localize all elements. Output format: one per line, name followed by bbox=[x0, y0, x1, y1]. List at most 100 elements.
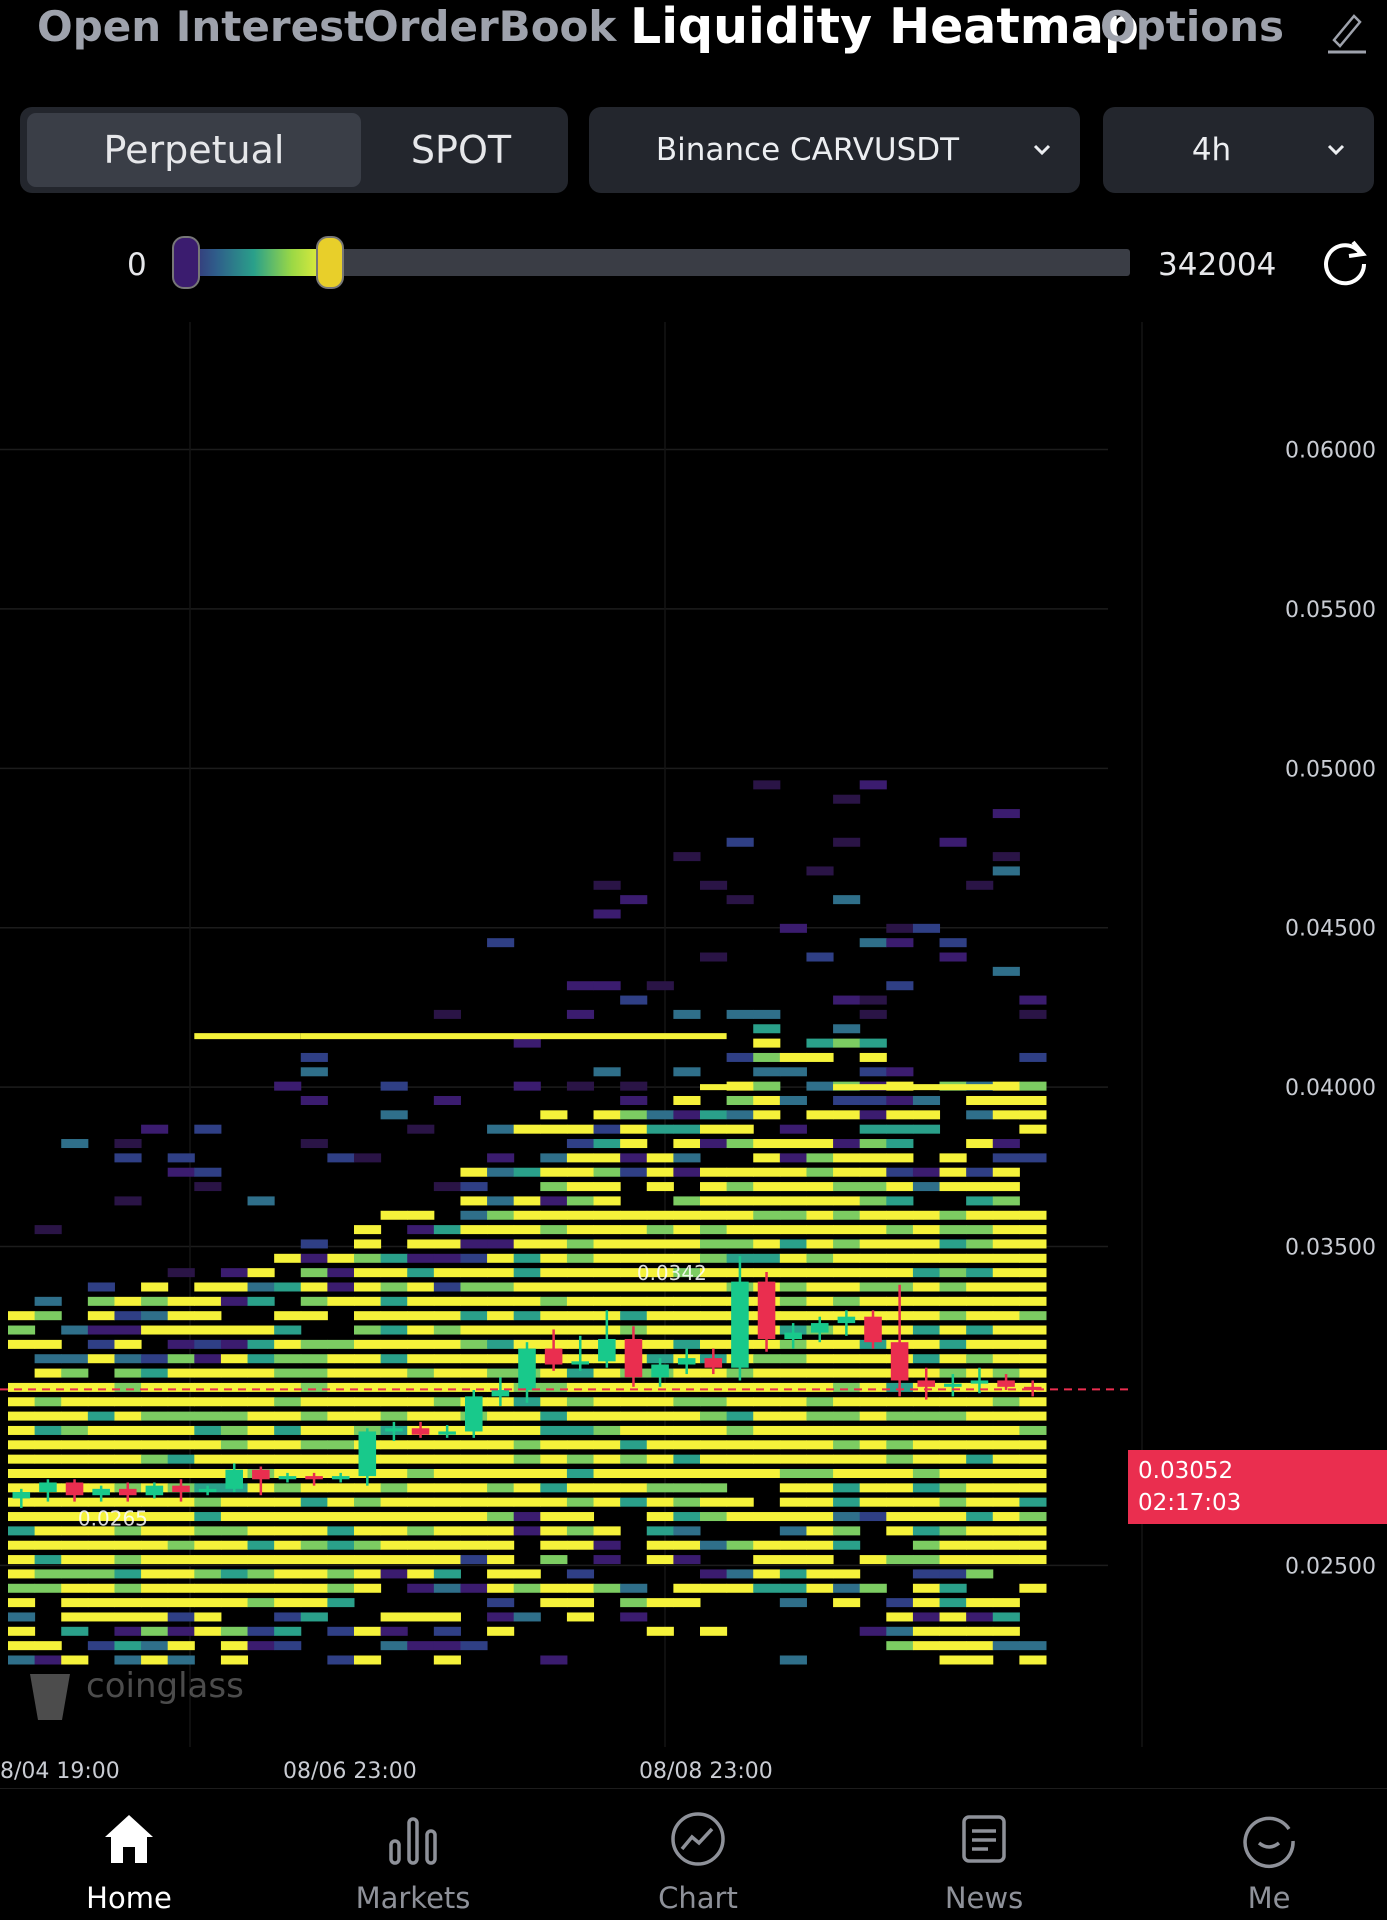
heat-cell bbox=[992, 1239, 1020, 1249]
heat-cell bbox=[992, 1182, 1020, 1192]
candle-body bbox=[172, 1485, 190, 1493]
heat-cell bbox=[912, 1540, 941, 1550]
heat-cell bbox=[274, 1497, 302, 1507]
heat-cell bbox=[859, 1052, 887, 1062]
heat-cell bbox=[939, 1282, 967, 1292]
heat-cell bbox=[700, 1210, 728, 1220]
heat-cell bbox=[939, 1210, 967, 1220]
heat-cell bbox=[620, 1583, 648, 1593]
heat-cell bbox=[194, 1411, 222, 1421]
heat-cell bbox=[380, 1497, 408, 1507]
heat-cell bbox=[833, 794, 861, 804]
nav-home[interactable]: Home bbox=[29, 1789, 229, 1920]
candle-body bbox=[837, 1316, 856, 1324]
heat-cell bbox=[912, 1598, 941, 1608]
heat-cell bbox=[992, 1397, 1020, 1407]
heat-cell bbox=[354, 1397, 382, 1407]
heat-cell bbox=[566, 1382, 595, 1392]
heat-cell bbox=[220, 1296, 249, 1306]
pencil-icon[interactable] bbox=[1322, 6, 1370, 54]
heat-cell bbox=[593, 1555, 621, 1565]
nav-chart[interactable]: Chart bbox=[598, 1789, 798, 1920]
heat-cell bbox=[380, 1368, 408, 1378]
heat-cell bbox=[407, 1497, 435, 1507]
heat-cell bbox=[114, 1354, 142, 1364]
spot-button[interactable]: SPOT bbox=[361, 113, 561, 187]
heat-cell bbox=[779, 1583, 807, 1593]
perpetual-button[interactable]: Perpetual bbox=[27, 113, 361, 187]
nav-markets[interactable]: Markets bbox=[313, 1789, 513, 1920]
heat-cell bbox=[274, 1339, 302, 1349]
candle-body bbox=[784, 1332, 802, 1340]
heat-cell bbox=[34, 1339, 62, 1349]
heat-cell bbox=[779, 1382, 807, 1392]
heat-cell bbox=[433, 1239, 461, 1249]
heat-cell bbox=[354, 1153, 382, 1163]
heat-cell bbox=[540, 1382, 568, 1392]
heat-cell bbox=[779, 1182, 807, 1192]
heat-cell bbox=[61, 1626, 89, 1636]
heat-cell bbox=[460, 1339, 488, 1349]
tab-options[interactable]: Options bbox=[1100, 2, 1284, 51]
heat-cell bbox=[167, 1641, 195, 1651]
heat-cell bbox=[966, 1540, 994, 1550]
heat-cell bbox=[247, 1555, 275, 1565]
refresh-icon[interactable] bbox=[1317, 234, 1373, 290]
heat-cell bbox=[540, 1268, 568, 1278]
nav-markets-label: Markets bbox=[355, 1881, 471, 1915]
heat-cell bbox=[513, 1038, 541, 1048]
heat-cell bbox=[487, 1626, 515, 1636]
heat-cell bbox=[354, 1354, 382, 1364]
heat-cell bbox=[433, 1569, 461, 1579]
heat-cell bbox=[992, 1626, 1020, 1636]
heat-cell bbox=[859, 1124, 887, 1134]
heat-cell bbox=[247, 1354, 275, 1364]
heat-cell bbox=[966, 1598, 994, 1608]
heat-cell bbox=[700, 1626, 728, 1636]
heat-cell bbox=[646, 1440, 674, 1450]
heat-cell bbox=[220, 1354, 249, 1364]
heat-cell bbox=[61, 1583, 89, 1593]
heat-cell bbox=[833, 1397, 861, 1407]
candle-body bbox=[385, 1428, 403, 1432]
tab-open-interest[interactable]: Open Interest bbox=[37, 2, 364, 51]
heat-cell bbox=[886, 1468, 914, 1478]
interval-select[interactable]: 4h bbox=[1103, 107, 1374, 193]
heat-cell bbox=[620, 1081, 648, 1091]
heat-cell bbox=[540, 1440, 568, 1450]
heat-cell bbox=[220, 1540, 249, 1550]
heat-cell bbox=[300, 1268, 328, 1278]
heat-cell bbox=[460, 1583, 488, 1593]
nav-me[interactable]: Me bbox=[1169, 1789, 1369, 1920]
heat-cell bbox=[194, 1555, 222, 1565]
heat-cell bbox=[1019, 1354, 1047, 1364]
heat-cell bbox=[274, 1282, 302, 1292]
heat-cell bbox=[673, 1095, 701, 1105]
candle-body bbox=[890, 1342, 909, 1381]
exchange-pair-select[interactable]: Binance CARVUSDT bbox=[589, 107, 1080, 193]
heat-cell bbox=[87, 1440, 115, 1450]
heat-cell bbox=[300, 1612, 328, 1622]
heat-cell bbox=[300, 1583, 328, 1593]
heat-cell bbox=[274, 1382, 302, 1392]
heat-cell bbox=[194, 1440, 222, 1450]
heat-cell bbox=[380, 1110, 408, 1120]
heat-cell bbox=[407, 1612, 435, 1622]
heat-cell bbox=[487, 1153, 515, 1163]
heat-cell bbox=[992, 1167, 1020, 1177]
slider-min-handle[interactable] bbox=[172, 236, 200, 289]
liquidity-heatmap-chart[interactable]: 0.0342 0.0265 coinglass 0.06000 0.05500 0.050… bbox=[0, 322, 1387, 1787]
heat-cell bbox=[779, 1483, 807, 1493]
heat-cell bbox=[939, 1512, 967, 1522]
tab-liquidity-heatmap[interactable]: Liquidity Heatmap bbox=[630, 0, 1139, 55]
slider-max-handle[interactable] bbox=[316, 236, 345, 289]
heat-cell bbox=[779, 1282, 807, 1292]
heat-cell bbox=[833, 1425, 861, 1435]
heat-cell bbox=[274, 1483, 302, 1493]
heat-cell bbox=[407, 1440, 435, 1450]
heat-cell bbox=[673, 1583, 701, 1593]
heat-cell bbox=[912, 1182, 941, 1192]
heat-cell bbox=[566, 1569, 595, 1579]
nav-news[interactable]: News bbox=[884, 1789, 1084, 1920]
tab-orderbook[interactable]: OrderBook bbox=[363, 2, 616, 51]
